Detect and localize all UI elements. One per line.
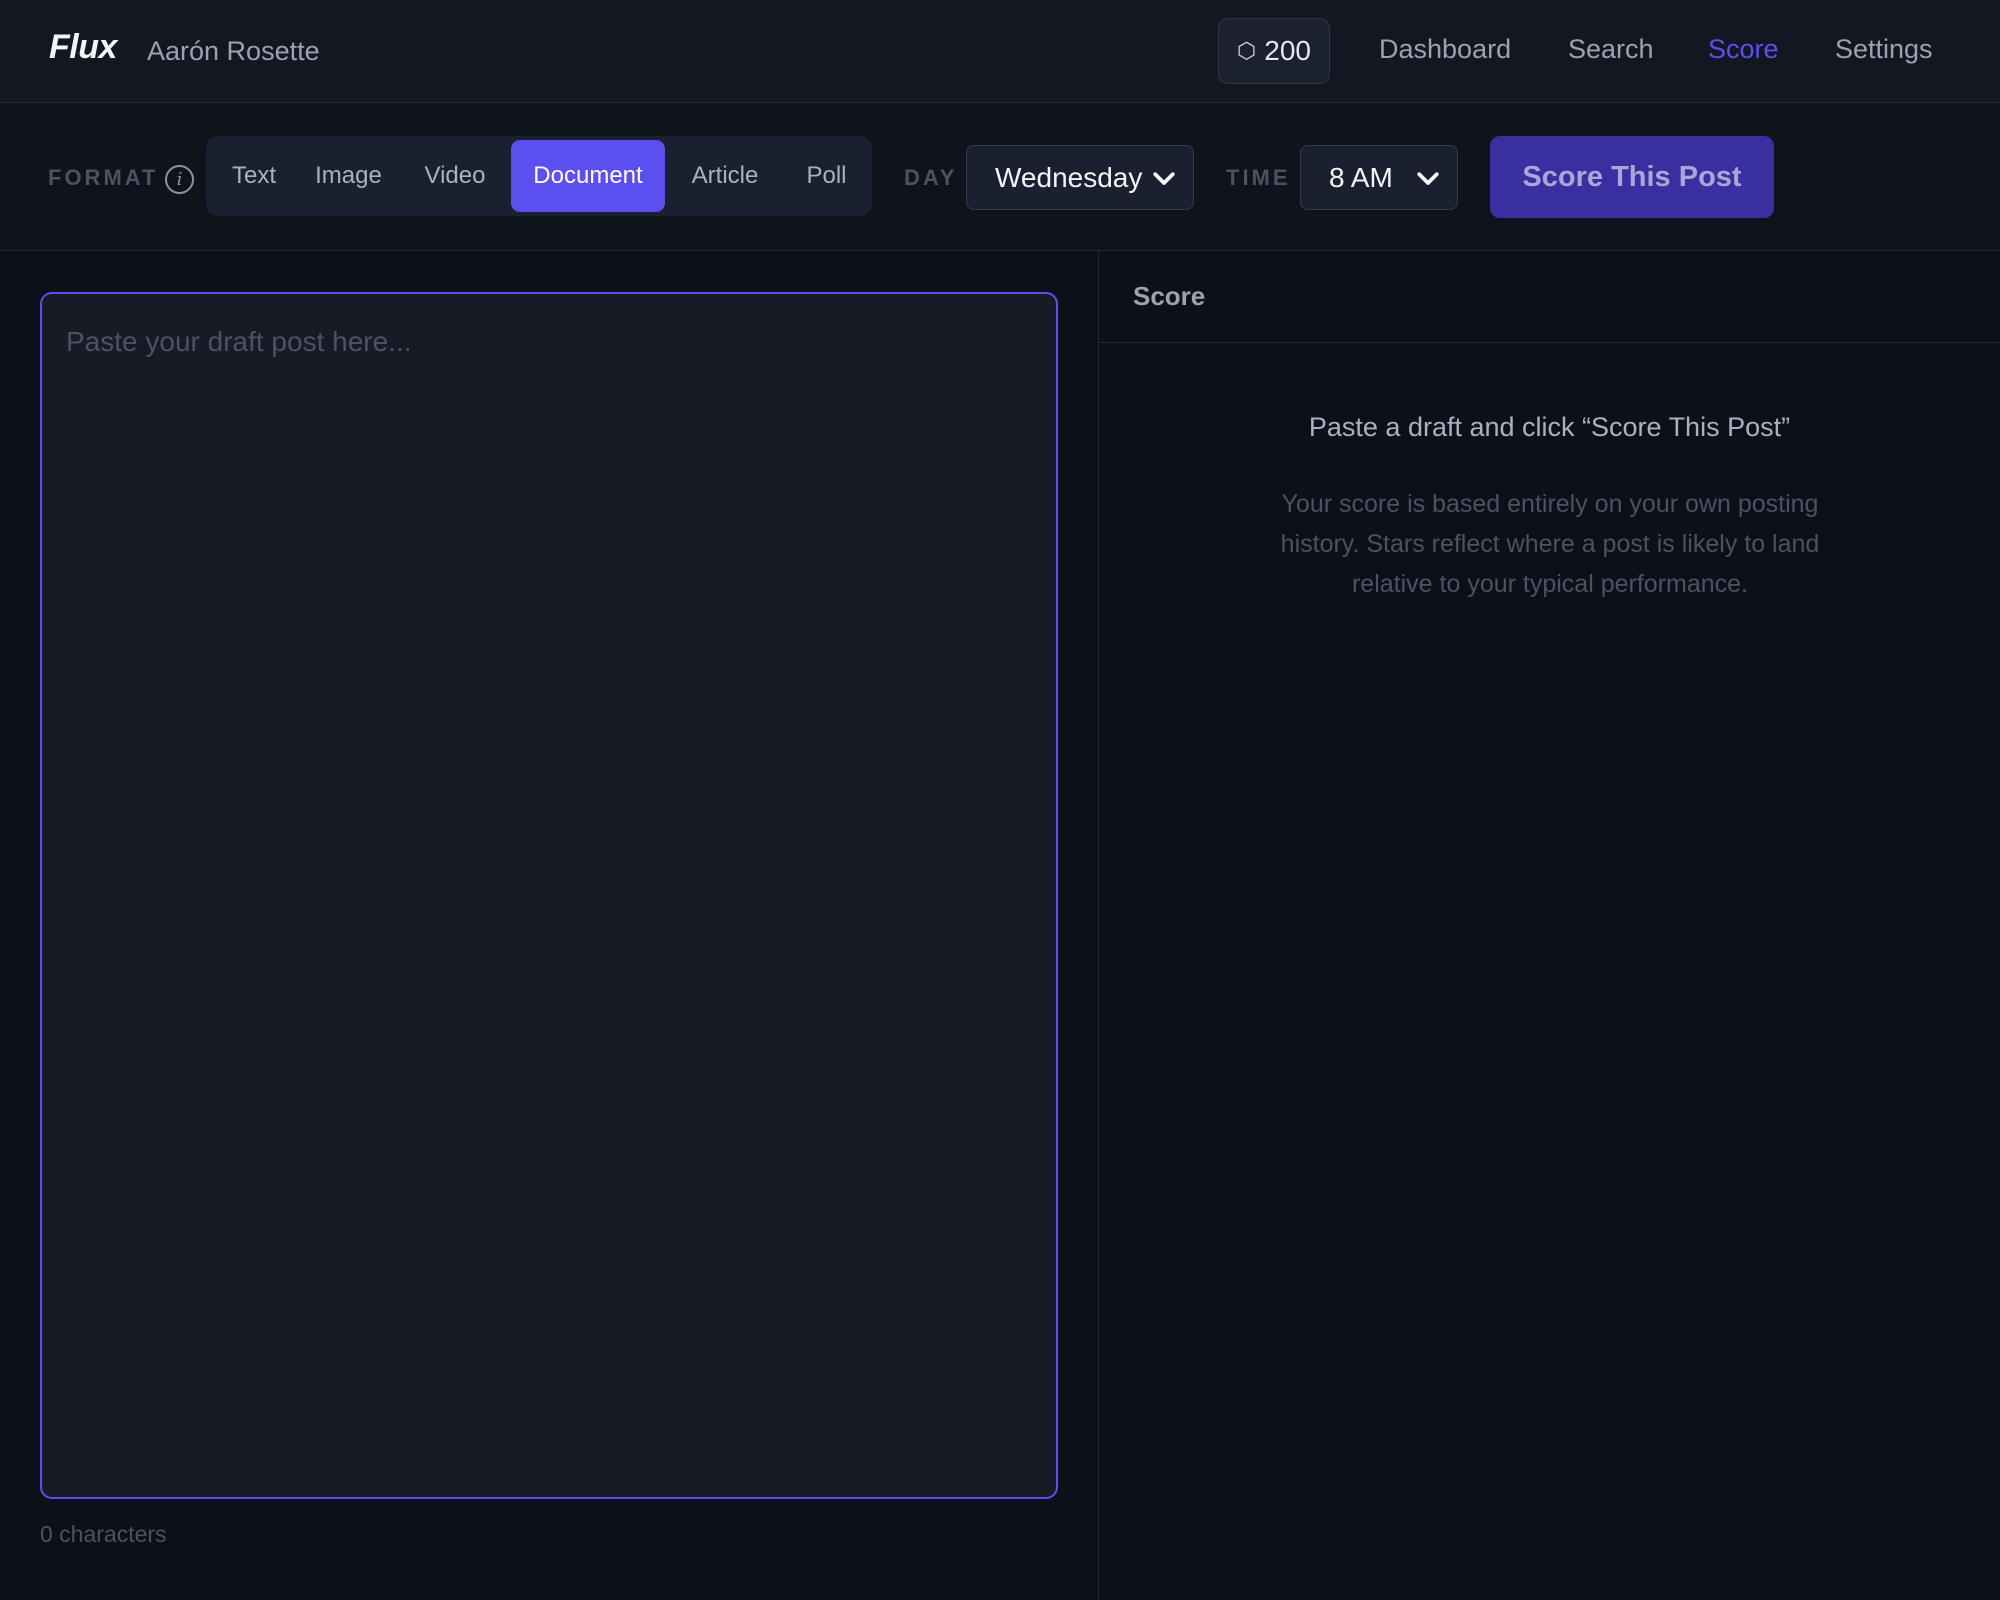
score-panel-title: Score bbox=[1133, 281, 1206, 311]
credits-count: 200 bbox=[1264, 35, 1311, 66]
top-nav: Flux Aarón Rosette ⬡ 200 Dashboard Searc… bbox=[0, 0, 2000, 103]
format-label: FORMAT bbox=[48, 165, 159, 190]
nav-search[interactable]: Search bbox=[1568, 34, 1654, 65]
nav-dashboard[interactable]: Dashboard bbox=[1379, 34, 1511, 65]
day-label: DAY bbox=[904, 165, 958, 190]
format-image[interactable]: Image bbox=[298, 140, 399, 212]
score-this-post-button[interactable]: Score This Post bbox=[1490, 136, 1774, 218]
hexagon-icon: ⬡ bbox=[1237, 38, 1257, 63]
nav-score[interactable]: Score bbox=[1708, 34, 1779, 65]
time-label: TIME bbox=[1226, 165, 1291, 190]
format-selector: Text Image Video Document Article Poll bbox=[206, 136, 872, 216]
format-video[interactable]: Video bbox=[399, 140, 511, 212]
user-name: Aarón Rosette bbox=[147, 36, 320, 66]
format-document[interactable]: Document bbox=[511, 140, 665, 212]
format-article[interactable]: Article bbox=[665, 140, 785, 212]
time-select[interactable]: 8 AM bbox=[1300, 145, 1458, 210]
format-text[interactable]: Text bbox=[210, 140, 298, 212]
format-poll[interactable]: Poll bbox=[785, 140, 868, 212]
score-panel-header: Score bbox=[1099, 251, 2000, 343]
chevron-down-icon bbox=[1417, 171, 1439, 185]
brand-logo[interactable]: Flux bbox=[49, 28, 117, 67]
empty-state-description: Your score is based entirely on your own… bbox=[1280, 490, 1820, 598]
empty-state-title: Paste a draft and click “Score This Post… bbox=[1308, 412, 1791, 442]
chevron-down-icon bbox=[1153, 171, 1175, 185]
draft-input[interactable] bbox=[42, 294, 1056, 1497]
day-select[interactable]: Wednesday bbox=[966, 145, 1194, 210]
panel-divider bbox=[1098, 251, 1099, 1600]
app-root: Flux Aarón Rosette ⬡ 200 Dashboard Searc… bbox=[0, 0, 2000, 1600]
credits-badge[interactable]: ⬡ 200 bbox=[1218, 18, 1330, 84]
time-select-value: 8 AM bbox=[1329, 161, 1393, 193]
nav-settings[interactable]: Settings bbox=[1835, 34, 1933, 65]
char-count: 0 characters bbox=[40, 1521, 167, 1547]
day-select-value: Wednesday bbox=[995, 161, 1143, 193]
info-icon[interactable]: i bbox=[165, 165, 194, 194]
draft-editor bbox=[40, 292, 1058, 1499]
